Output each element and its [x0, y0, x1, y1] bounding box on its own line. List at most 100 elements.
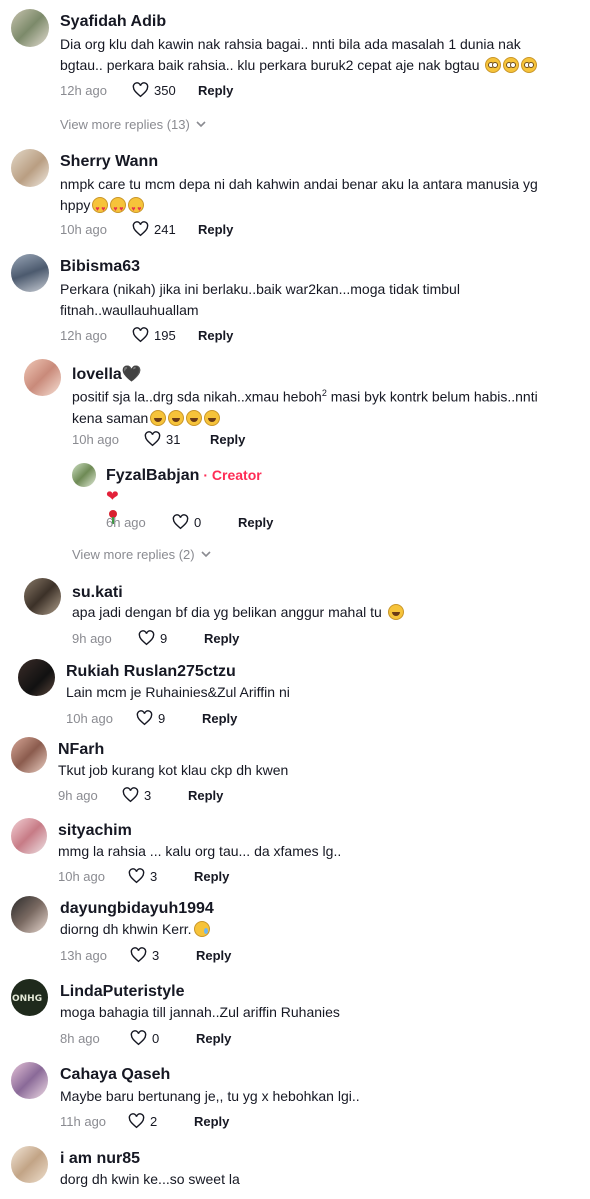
reply-button[interactable]: Reply [238, 515, 273, 530]
reply-button[interactable]: Reply [198, 222, 233, 237]
comment-text: moga bahagia till jannah..Zul ariffin Ru… [60, 1004, 340, 1020]
comment-text: dorg dh kwin ke...so sweet la [60, 1171, 240, 1187]
avatar[interactable] [24, 359, 61, 396]
comment-username[interactable]: Bibisma63 [60, 258, 140, 276]
comment-meta: 13h ago 3 Reply [60, 947, 231, 963]
reply-button[interactable]: Reply [196, 1031, 231, 1046]
like-button[interactable]: 9 [138, 630, 204, 646]
like-button[interactable]: 31 [144, 431, 210, 447]
comment-username[interactable]: i am nur85 [60, 1150, 140, 1168]
like-count: 9 [158, 710, 166, 726]
avatar[interactable] [18, 659, 55, 696]
comment-username[interactable]: Syafidah Adib [60, 13, 166, 31]
timestamp: 10h ago [72, 431, 119, 447]
avatar[interactable] [11, 737, 47, 773]
like-button[interactable]: 195 [132, 327, 198, 343]
timestamp: 9h ago [72, 630, 112, 646]
like-count: 3 [144, 787, 152, 803]
chevron-down-icon [196, 121, 206, 128]
comment-text: apa jadi dengan bf dia yg belikan anggur… [72, 602, 582, 623]
reply-button[interactable]: Reply [198, 83, 233, 98]
like-count: 0 [152, 1030, 160, 1046]
comment-username[interactable]: lovella🖤 [72, 364, 142, 384]
comment-username[interactable]: Rukiah Ruslan275ctzu [66, 663, 236, 681]
reply-button[interactable]: Reply [210, 432, 245, 447]
timestamp: 10h ago [58, 868, 105, 884]
comment-username[interactable]: LindaPuteristyle [60, 983, 184, 1001]
like-count: 3 [150, 868, 158, 884]
grinning-squinting-face-icon [168, 409, 185, 426]
like-button[interactable]: 2 [128, 1113, 194, 1129]
comment-username[interactable]: su.kati [72, 584, 123, 602]
comment-text: Lain mcm je Ruhainies&Zul Ariffin ni [66, 684, 290, 700]
avatar[interactable] [11, 1062, 48, 1099]
comment-text: diorng dh khwin Kerr. [60, 919, 580, 940]
heart-outline-icon [128, 1113, 145, 1129]
heart-outline-icon [132, 82, 149, 98]
reply-button[interactable]: Reply [194, 1114, 229, 1129]
avatar[interactable] [11, 254, 49, 292]
timestamp: 11h ago [60, 1113, 107, 1129]
heart-outline-icon [138, 630, 155, 646]
avatar[interactable] [11, 818, 47, 854]
comment-meta: 12h ago 195 Reply [60, 327, 233, 343]
like-button[interactable]: 3 [130, 947, 196, 963]
heart-outline-icon [128, 868, 145, 884]
creator-badge: · Creator [203, 467, 262, 483]
like-count: 2 [150, 1113, 158, 1129]
comment-text: Tkut job kurang kot klau ckp dh kwen [58, 762, 289, 778]
avatar[interactable] [72, 463, 96, 487]
comment-username[interactable]: NFarh [58, 741, 104, 759]
timestamp: 6h ago [106, 514, 146, 530]
like-button[interactable]: 0 [130, 1030, 196, 1046]
comment-meta: 9h ago 3 Reply [58, 787, 223, 803]
avatar[interactable] [11, 9, 49, 47]
like-button[interactable]: 3 [122, 787, 188, 803]
comment-meta: 6h ago 0 Reply [106, 514, 273, 530]
timestamp: 10h ago [66, 710, 113, 726]
comment-username[interactable]: Sherry Wann [60, 153, 158, 171]
comment-text: nmpk care tu mcm depa ni dah kahwin anda… [60, 174, 580, 220]
reply-button[interactable]: Reply [202, 711, 237, 726]
heart-outline-icon [132, 327, 149, 343]
comment-username[interactable]: Cahaya Qaseh [60, 1066, 170, 1084]
like-count: 241 [154, 221, 176, 237]
like-button[interactable]: 9 [136, 710, 202, 726]
comment-text: Dia org klu dah kawin nak rahsia bagai..… [60, 34, 580, 76]
reply-button[interactable]: Reply [198, 328, 233, 343]
timestamp: 12h ago [60, 82, 107, 98]
heart-outline-icon [144, 431, 161, 447]
comment-meta: 10h ago 241 Reply [60, 221, 233, 237]
grinning-squinting-face-icon [387, 604, 404, 620]
comment-username[interactable]: sityachim [58, 822, 132, 840]
reply-button[interactable]: Reply [194, 869, 229, 884]
like-button[interactable]: 350 [132, 82, 198, 98]
chevron-down-icon [201, 551, 211, 558]
avatar[interactable] [11, 149, 49, 187]
reply-button[interactable]: Reply [204, 631, 239, 646]
smiling-face-with-hearts-icon [110, 197, 127, 220]
reply-button[interactable]: Reply [196, 948, 231, 963]
avatar[interactable] [11, 1146, 48, 1183]
like-count: 31 [166, 431, 181, 447]
avatar[interactable] [24, 578, 61, 615]
view-more-replies-button[interactable]: View more replies (2) [72, 547, 211, 562]
reply-button[interactable]: Reply [188, 788, 223, 803]
svg-text:ONHG: ONHG [12, 994, 42, 1004]
comment-username[interactable]: dayungbidayuh1994 [60, 900, 214, 918]
like-button[interactable]: 241 [132, 221, 198, 237]
heart-outline-icon [136, 710, 153, 726]
timestamp: 9h ago [58, 787, 98, 803]
comment-text: Maybe baru bertunang je,, tu yg x hebohk… [60, 1088, 360, 1104]
face-with-rolling-eyes-icon [521, 57, 538, 73]
like-count: 3 [152, 947, 160, 963]
like-count: 9 [160, 630, 168, 646]
view-more-replies-button[interactable]: View more replies (13) [60, 117, 206, 132]
like-button[interactable]: 3 [128, 868, 194, 884]
avatar[interactable]: ONHG [11, 979, 48, 1016]
avatar[interactable] [11, 896, 48, 933]
comment-username[interactable]: FyzalBabjan · Creator [106, 467, 262, 485]
timestamp: 13h ago [60, 947, 107, 963]
heart-outline-icon [132, 221, 149, 237]
like-button[interactable]: 0 [172, 514, 238, 530]
